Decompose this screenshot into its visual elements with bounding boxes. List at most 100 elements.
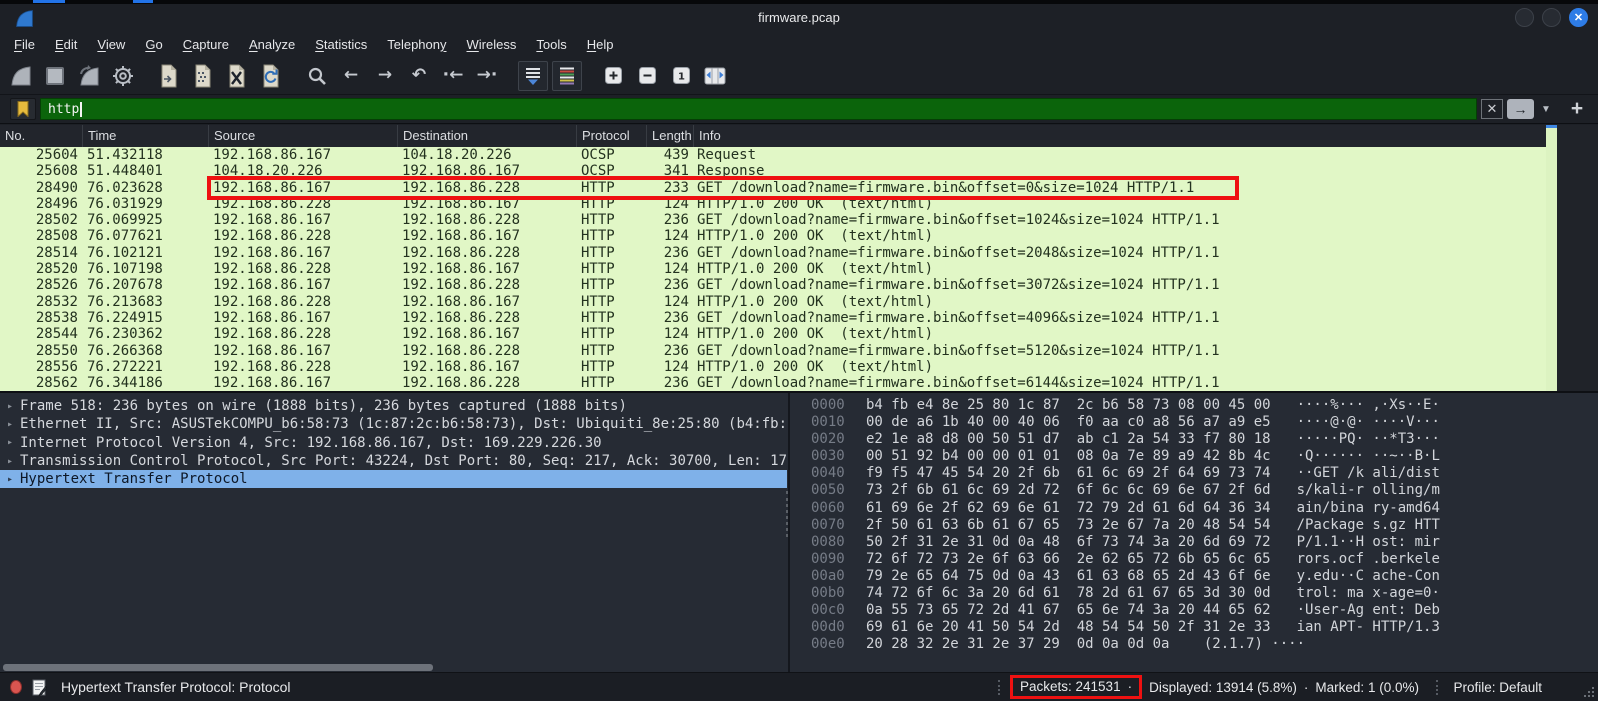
filter-dropdown-caret[interactable]: ▼	[1538, 104, 1554, 115]
menu-analyze[interactable]: Analyze	[239, 33, 305, 57]
hex-line[interactable]: 0020e2 1e a8 d8 00 50 51 d7 ab c1 2a 54 …	[811, 431, 1598, 448]
zoom-100-icon[interactable]: 1	[666, 61, 696, 91]
minimize-button[interactable]	[1515, 8, 1534, 27]
hex-line[interactable]: 00702f 50 61 63 6b 61 67 65 73 2e 67 7a …	[811, 517, 1598, 534]
capture-options-icon[interactable]	[108, 61, 138, 91]
display-filter-input[interactable]: http	[40, 98, 1477, 120]
column-header-time[interactable]: Time	[83, 125, 209, 147]
go-forward-icon[interactable]: →	[370, 61, 400, 91]
go-first-packet-icon[interactable]: ·←	[438, 61, 468, 91]
packet-proto: HTTP	[577, 359, 647, 375]
column-header-protocol[interactable]: Protocol	[577, 125, 647, 147]
detail-line[interactable]: ▸Frame 518: 236 bytes on wire (1888 bits…	[0, 397, 787, 415]
expand-arrow-icon[interactable]: ▸	[0, 419, 20, 430]
hex-line[interactable]: 009072 6f 72 73 2e 6f 63 66 2e 62 65 72 …	[811, 551, 1598, 568]
expand-arrow-icon[interactable]: ▸	[0, 456, 20, 467]
packet-list-scrollbar-minimap[interactable]	[1546, 125, 1557, 391]
maximize-button[interactable]	[1542, 8, 1561, 27]
hex-line[interactable]: 00e020 28 32 2e 31 2e 37 29 0d 0a 0d 0a …	[811, 636, 1598, 653]
expand-arrow-icon[interactable]: ▸	[0, 437, 20, 448]
auto-scroll-icon[interactable]	[518, 61, 548, 91]
filter-add-button[interactable]: +	[1566, 97, 1588, 121]
packet-no: 28538	[0, 310, 83, 326]
statusbar-divider[interactable]	[998, 680, 1000, 695]
hex-line[interactable]: 0000b4 fb e4 8e 25 80 1c 87 2c b6 58 73 …	[811, 397, 1598, 414]
menu-telephony[interactable]: Telephony	[377, 33, 456, 57]
hex-line[interactable]: 001000 de a6 1b 40 00 40 06 f0 aa c0 a8 …	[811, 414, 1598, 431]
details-horizontal-scrollbar[interactable]	[3, 664, 433, 671]
packet-row[interactable]: 2850276.069925192.168.86.167192.168.86.2…	[0, 212, 1546, 228]
packet-row[interactable]: 2850876.077621192.168.86.228192.168.86.1…	[0, 228, 1546, 244]
hex-line[interactable]: 00d069 61 6e 20 41 50 54 2d 48 54 54 50 …	[811, 619, 1598, 636]
packet-dst: 192.168.86.228	[398, 310, 577, 326]
hex-line[interactable]: 00a079 2e 65 64 75 0d 0a 43 61 63 68 65 …	[811, 568, 1598, 585]
packet-row[interactable]: 2856276.344186192.168.86.167192.168.86.2…	[0, 375, 1546, 391]
filter-apply-button[interactable]: →	[1507, 99, 1534, 119]
menu-go[interactable]: Go	[135, 33, 172, 57]
menu-capture[interactable]: Capture	[173, 33, 239, 57]
start-capture-icon[interactable]	[6, 61, 36, 91]
column-header-destination[interactable]: Destination	[398, 125, 577, 147]
restart-capture-icon[interactable]	[74, 61, 104, 91]
resize-grip[interactable]	[1582, 685, 1594, 697]
packet-row[interactable]: 2855676.272221192.168.86.228192.168.86.1…	[0, 359, 1546, 375]
go-last-packet-icon[interactable]: →·	[472, 61, 502, 91]
go-to-packet-icon[interactable]: ↶	[404, 61, 434, 91]
hex-line[interactable]: 00c00a 55 73 65 72 2d 41 67 65 6e 74 3a …	[811, 602, 1598, 619]
expert-info-icon[interactable]	[10, 680, 22, 694]
open-file-icon[interactable]	[154, 61, 184, 91]
detail-line-selected[interactable]: ▸Hypertext Transfer Protocol	[0, 470, 787, 488]
save-file-icon[interactable]	[188, 61, 218, 91]
packet-row[interactable]: 2853876.224915192.168.86.167192.168.86.2…	[0, 310, 1546, 326]
column-header-source[interactable]: Source	[209, 125, 398, 147]
profile-label[interactable]: Profile: Default	[1453, 680, 1542, 695]
column-header-length[interactable]: Length	[647, 125, 694, 147]
packet-row[interactable]: 2852076.107198192.168.86.228192.168.86.1…	[0, 261, 1546, 277]
zoom-out-icon[interactable]	[632, 61, 662, 91]
go-back-icon[interactable]: ←	[336, 61, 366, 91]
hex-line[interactable]: 003000 51 92 b4 00 00 01 01 08 0a 7e 89 …	[811, 448, 1598, 465]
packet-row[interactable]: 2851476.102121192.168.86.167192.168.86.2…	[0, 245, 1546, 261]
packet-row[interactable]: 2560451.432118192.168.86.167104.18.20.22…	[0, 147, 1546, 163]
detail-line[interactable]: ▸Internet Protocol Version 4, Src: 192.1…	[0, 434, 787, 452]
packet-info: GET /download?name=firmware.bin&offset=4…	[694, 310, 1546, 326]
hex-line[interactable]: 005073 2f 6b 61 6c 69 2d 72 6f 6c 6c 69 …	[811, 482, 1598, 499]
zoom-in-icon[interactable]	[598, 61, 628, 91]
filter-bookmark-button[interactable]	[10, 98, 36, 120]
detail-line[interactable]: ▸Ethernet II, Src: ASUSTekCOMPU_b6:58:73…	[0, 415, 787, 433]
hex-line[interactable]: 00b074 72 6f 6c 3a 20 6d 61 78 2d 61 67 …	[811, 585, 1598, 602]
find-packet-icon[interactable]	[302, 61, 332, 91]
stop-capture-icon[interactable]	[40, 61, 70, 91]
detail-line[interactable]: ▸Transmission Control Protocol, Src Port…	[0, 452, 787, 470]
packet-row[interactable]: 2855076.266368192.168.86.167192.168.86.2…	[0, 343, 1546, 359]
column-header-no[interactable]: No.	[0, 125, 83, 147]
menu-tools[interactable]: Tools	[526, 33, 576, 57]
menu-wireless[interactable]: Wireless	[457, 33, 527, 57]
colorize-icon[interactable]	[552, 61, 582, 91]
statusbar-divider[interactable]	[1436, 680, 1438, 695]
resize-columns-icon[interactable]	[700, 61, 730, 91]
menu-statistics[interactable]: Statistics	[305, 33, 377, 57]
hex-offset: 0070	[811, 517, 845, 534]
column-header-info[interactable]: Info	[694, 125, 1546, 147]
wireshark-window: firmware.pcap ✕ FileEditViewGoCaptureAna…	[0, 0, 1598, 701]
menu-file[interactable]: File	[4, 33, 45, 57]
menu-help[interactable]: Help	[577, 33, 624, 57]
hex-line[interactable]: 008050 2f 31 2e 31 0d 0a 48 6f 73 74 3a …	[811, 534, 1598, 551]
menu-edit[interactable]: Edit	[45, 33, 87, 57]
packet-row[interactable]: 2852676.207678192.168.86.167192.168.86.2…	[0, 277, 1546, 293]
menu-view[interactable]: View	[87, 33, 135, 57]
close-button[interactable]: ✕	[1569, 8, 1588, 27]
scrollbar-position-indicator	[1546, 125, 1557, 128]
close-file-icon[interactable]	[222, 61, 252, 91]
expand-arrow-icon[interactable]: ▸	[0, 474, 20, 485]
packet-row[interactable]: 2854476.230362192.168.86.228192.168.86.1…	[0, 326, 1546, 342]
hex-line[interactable]: 006061 69 6e 2f 62 69 6e 61 72 79 2d 61 …	[811, 500, 1598, 517]
reload-file-icon[interactable]	[256, 61, 286, 91]
packet-row[interactable]: 2853276.213683192.168.86.228192.168.86.1…	[0, 294, 1546, 310]
filter-clear-button[interactable]: ✕	[1481, 99, 1503, 119]
packet-list-scrollbar-track[interactable]	[1557, 125, 1598, 391]
expand-arrow-icon[interactable]: ▸	[0, 401, 20, 412]
hex-line[interactable]: 0040f9 f5 47 45 54 20 2f 6b 61 6c 69 2f …	[811, 465, 1598, 482]
capture-comment-icon[interactable]	[32, 679, 47, 696]
